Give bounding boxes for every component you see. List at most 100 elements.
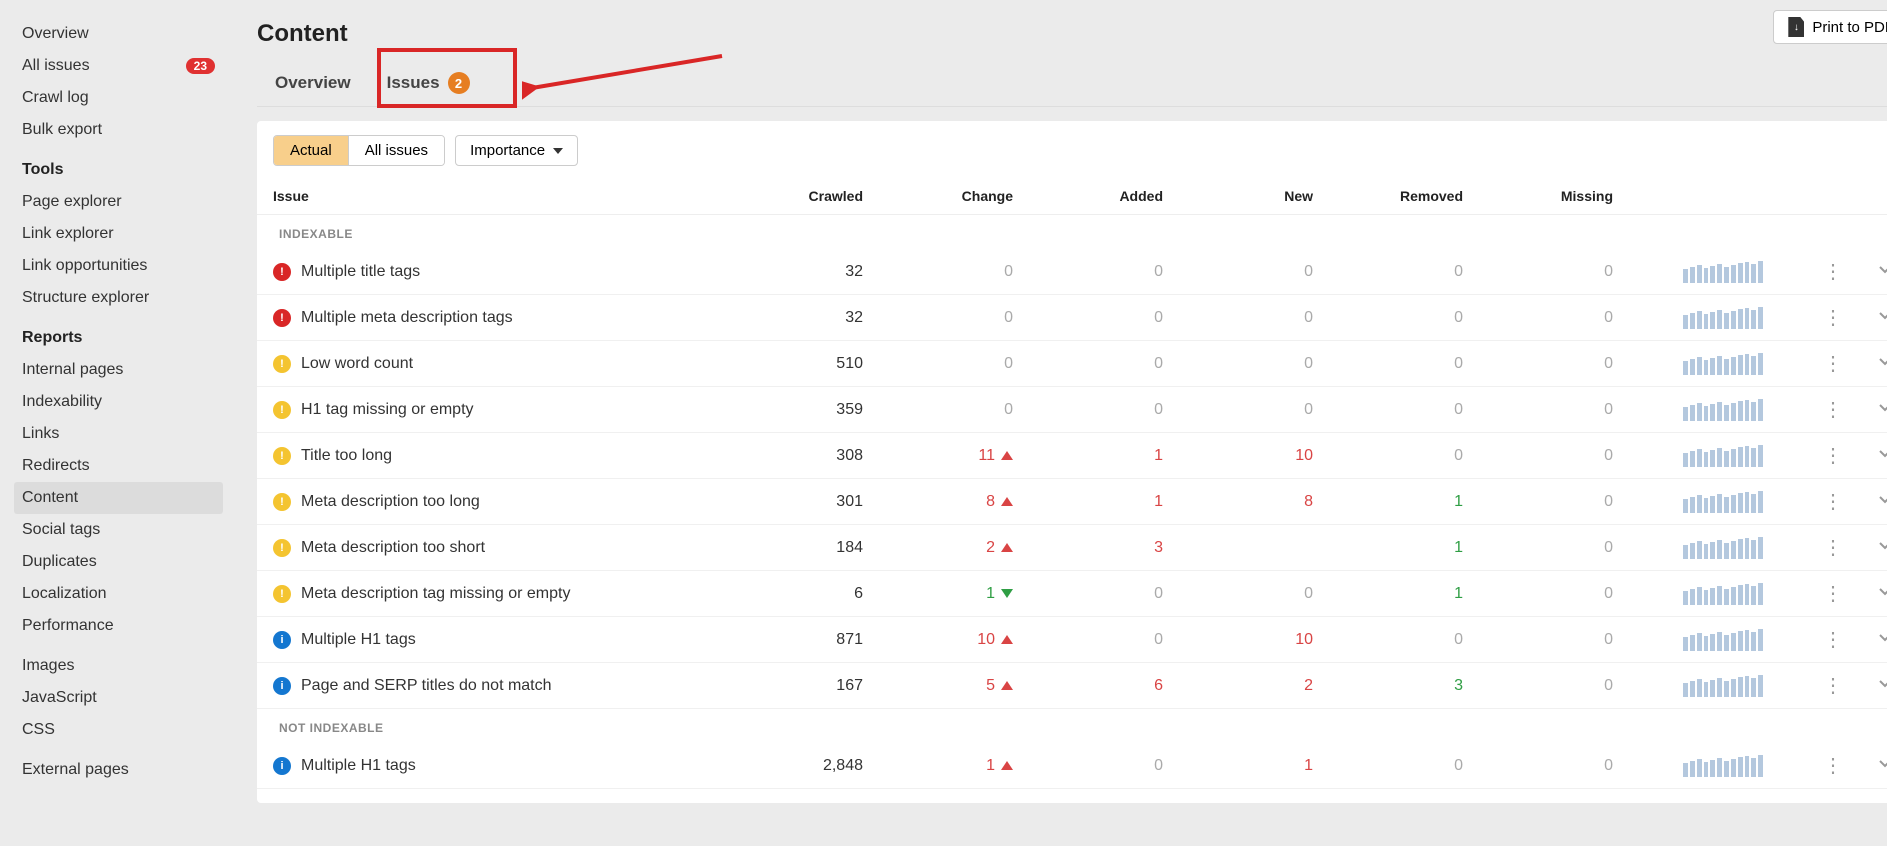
- segment-actual[interactable]: Actual: [274, 136, 349, 165]
- sidebar-item-link-explorer[interactable]: Link explorer: [14, 218, 223, 250]
- chevron-down-icon[interactable]: [1877, 675, 1887, 696]
- row-menu-button[interactable]: ⋮: [1823, 305, 1843, 330]
- chevron-down-icon[interactable]: [1877, 399, 1887, 420]
- table-row[interactable]: iPage and SERP titles do not match167562…: [257, 663, 1887, 709]
- row-menu-button[interactable]: ⋮: [1823, 489, 1843, 514]
- new-value: 1: [1163, 757, 1313, 775]
- triangle-down-icon: [1001, 589, 1013, 598]
- issue-name: H1 tag missing or empty: [301, 401, 474, 419]
- sidebar-item-css[interactable]: CSS: [14, 714, 223, 746]
- table-body: INDEXABLE!Multiple title tags3200000⋮!Mu…: [257, 215, 1887, 789]
- change-value: 11: [863, 447, 1013, 465]
- sidebar-item-all-issues[interactable]: All issues23: [14, 50, 223, 82]
- segment-all-issues[interactable]: All issues: [349, 136, 444, 165]
- row-menu-button[interactable]: ⋮: [1823, 627, 1843, 652]
- severity-icon: !: [273, 447, 291, 465]
- sidebar-item-label: Images: [22, 657, 74, 675]
- importance-dropdown[interactable]: Importance: [455, 135, 578, 166]
- issue-name: Multiple meta description tags: [301, 309, 513, 327]
- chevron-down-icon[interactable]: [1877, 583, 1887, 604]
- added-value: 0: [1013, 309, 1163, 327]
- sidebar-item-social-tags[interactable]: Social tags: [14, 514, 223, 546]
- chevron-down-icon[interactable]: [1877, 755, 1887, 776]
- toolbar: Actual All issues Importance: [257, 135, 1887, 178]
- sidebar-item-label: Overview: [22, 25, 89, 43]
- table-row[interactable]: iMultiple H1 tags8711001000⋮: [257, 617, 1887, 663]
- row-menu-button[interactable]: ⋮: [1823, 581, 1843, 606]
- chevron-down-icon[interactable]: [1877, 537, 1887, 558]
- sidebar-item-redirects[interactable]: Redirects: [14, 450, 223, 482]
- col-change: Change: [863, 188, 1013, 204]
- new-value: 0: [1163, 401, 1313, 419]
- table-row[interactable]: iMultiple H1 tags2,84810100⋮: [257, 743, 1887, 789]
- chevron-down-icon[interactable]: [1877, 261, 1887, 282]
- sidebar-item-external-pages[interactable]: External pages: [14, 754, 223, 786]
- sidebar-item-content[interactable]: Content: [14, 482, 223, 514]
- new-value: 8: [1163, 493, 1313, 511]
- row-menu-button[interactable]: ⋮: [1823, 443, 1843, 468]
- sparkline: [1683, 537, 1763, 559]
- sidebar-item-bulk-export[interactable]: Bulk export: [14, 114, 223, 146]
- row-menu-button[interactable]: ⋮: [1823, 535, 1843, 560]
- removed-value: 0: [1313, 355, 1463, 373]
- sidebar-item-indexability[interactable]: Indexability: [14, 386, 223, 418]
- row-menu-button[interactable]: ⋮: [1823, 397, 1843, 422]
- severity-icon: i: [273, 677, 291, 695]
- row-menu-button[interactable]: ⋮: [1823, 351, 1843, 376]
- removed-value: 0: [1313, 401, 1463, 419]
- change-value: 8: [863, 493, 1013, 511]
- sidebar-item-crawl-log[interactable]: Crawl log: [14, 82, 223, 114]
- row-menu-button[interactable]: ⋮: [1823, 259, 1843, 284]
- table-row[interactable]: !Multiple meta description tags3200000⋮: [257, 295, 1887, 341]
- sidebar-item-label: Page explorer: [22, 193, 122, 211]
- sidebar-item-overview[interactable]: Overview: [14, 18, 223, 50]
- sparkline: [1683, 445, 1763, 467]
- tab-overview-label: Overview: [275, 73, 351, 93]
- sidebar-item-images[interactable]: Images: [14, 650, 223, 682]
- issue-name: Title too long: [301, 447, 392, 465]
- sidebar-item-links[interactable]: Links: [14, 418, 223, 450]
- table-row[interactable]: !Low word count51000000⋮: [257, 341, 1887, 387]
- sidebar-item-internal-pages[interactable]: Internal pages: [14, 354, 223, 386]
- table-row[interactable]: !Meta description too short1842310⋮: [257, 525, 1887, 571]
- sidebar-item-label: Redirects: [22, 457, 90, 475]
- tab-issues[interactable]: Issues 2: [369, 60, 488, 106]
- change-value: 0: [863, 355, 1013, 373]
- chevron-down-icon[interactable]: [1877, 445, 1887, 466]
- added-value: 1: [1013, 493, 1163, 511]
- removed-value: 1: [1313, 539, 1463, 557]
- col-missing: Missing: [1463, 188, 1613, 204]
- tab-overview[interactable]: Overview: [257, 61, 369, 105]
- table-row[interactable]: !Title too long3081111000⋮: [257, 433, 1887, 479]
- sidebar-item-structure-explorer[interactable]: Structure explorer: [14, 282, 223, 314]
- missing-value: 0: [1463, 401, 1613, 419]
- severity-icon: !: [273, 401, 291, 419]
- sidebar-item-duplicates[interactable]: Duplicates: [14, 546, 223, 578]
- sidebar-item-performance[interactable]: Performance: [14, 610, 223, 642]
- removed-value: 0: [1313, 309, 1463, 327]
- sidebar-item-localization[interactable]: Localization: [14, 578, 223, 610]
- sidebar-item-label: JavaScript: [22, 689, 97, 707]
- row-menu-button[interactable]: ⋮: [1823, 753, 1843, 778]
- crawled-value: 2,848: [713, 757, 863, 775]
- table-row[interactable]: !Meta description too long30181810⋮: [257, 479, 1887, 525]
- issue-name: Multiple title tags: [301, 263, 420, 281]
- chevron-down-icon[interactable]: [1877, 353, 1887, 374]
- row-menu-button[interactable]: ⋮: [1823, 673, 1843, 698]
- sidebar-item-javascript[interactable]: JavaScript: [14, 682, 223, 714]
- missing-value: 0: [1463, 757, 1613, 775]
- chevron-down-icon[interactable]: [1877, 307, 1887, 328]
- sidebar-item-label: Link opportunities: [22, 257, 147, 275]
- sidebar-item-link-opportunities[interactable]: Link opportunities: [14, 250, 223, 282]
- chevron-down-icon[interactable]: [1877, 629, 1887, 650]
- table-row[interactable]: !H1 tag missing or empty35900000⋮: [257, 387, 1887, 433]
- table-row[interactable]: !Multiple title tags3200000⋮: [257, 249, 1887, 295]
- page-header: Content ↓ Print to PDF: [257, 10, 1887, 60]
- chevron-down-icon[interactable]: [1877, 491, 1887, 512]
- print-button-label: Print to PDF: [1812, 19, 1887, 36]
- crawled-value: 184: [713, 539, 863, 557]
- sidebar-item-page-explorer[interactable]: Page explorer: [14, 186, 223, 218]
- print-to-pdf-button[interactable]: ↓ Print to PDF: [1773, 10, 1887, 44]
- table-row[interactable]: !Meta description tag missing or empty61…: [257, 571, 1887, 617]
- missing-value: 0: [1463, 493, 1613, 511]
